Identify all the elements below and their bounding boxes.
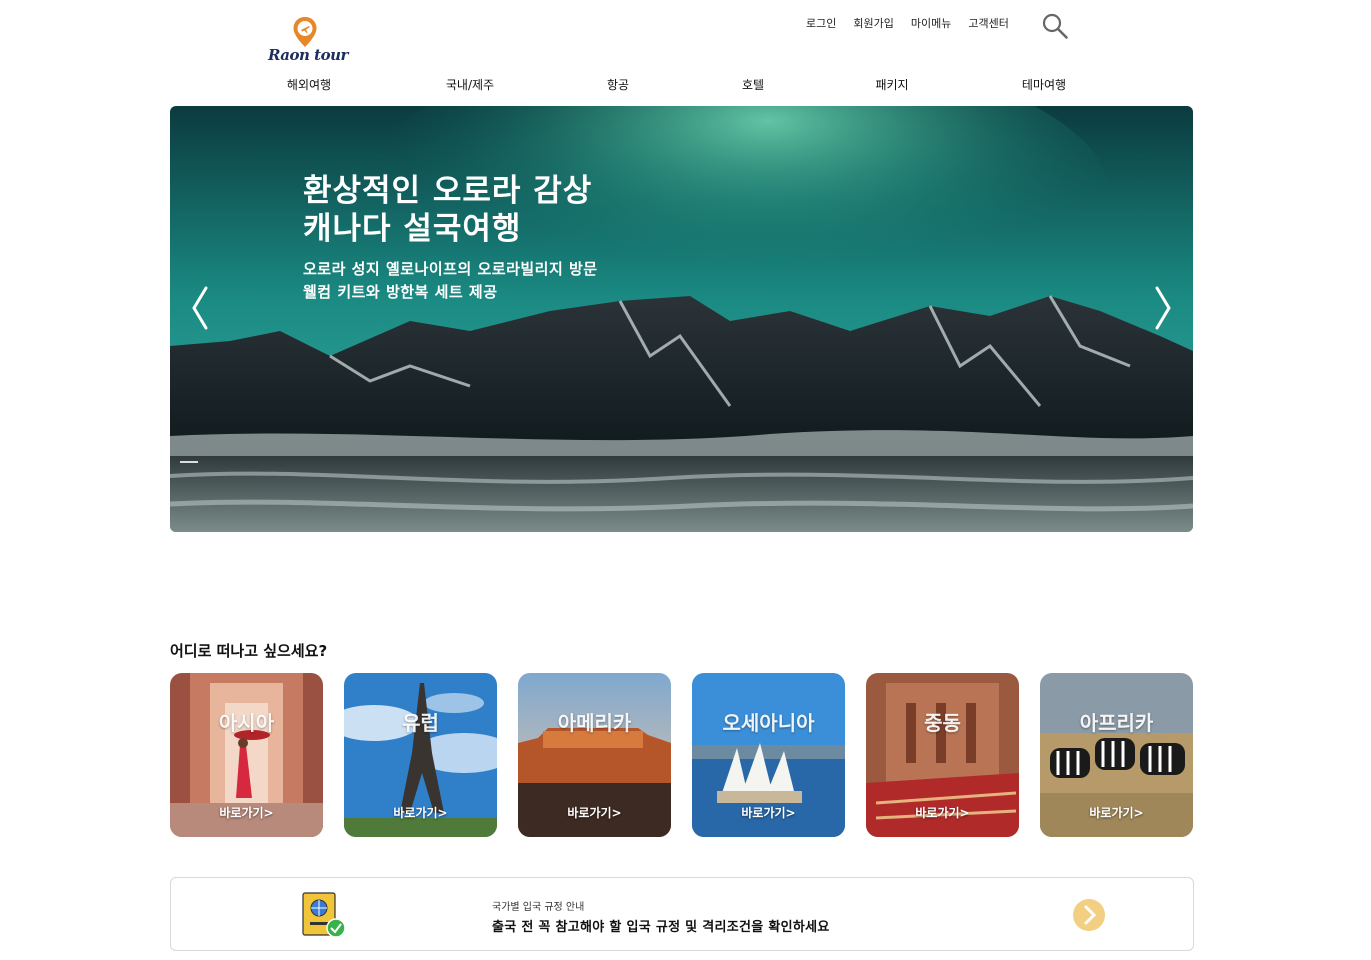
nav-theme-travel[interactable]: 테마여행	[1022, 76, 1066, 93]
destination-cards: 아시아 바로가기> 유럽 바로가기> 아메리카 바로가기> 오세아니아 바로가기…	[170, 673, 1193, 837]
card-oceania[interactable]: 오세아니아 바로가기>	[692, 673, 845, 837]
nav-packages[interactable]: 패키지	[875, 76, 908, 93]
card-america[interactable]: 아메리카 바로가기>	[518, 673, 671, 837]
main-nav: 해외여행 국내/제주 항공 호텔 패키지 테마여행	[0, 76, 1371, 96]
chevron-right-circle-icon[interactable]	[1073, 899, 1105, 931]
hero-slider[interactable]: 환상적인 오로라 감상 캐나다 설국여행 오로라 성지 옐로나이프의 오로라빌리…	[170, 106, 1193, 532]
card-asia[interactable]: 아시아 바로가기>	[170, 673, 323, 837]
location-pin-icon	[293, 17, 317, 47]
card-oceania-link[interactable]: 바로가기>	[692, 804, 845, 821]
login-link[interactable]: 로그인	[806, 15, 836, 31]
nav-overseas-travel[interactable]: 해외여행	[287, 76, 331, 93]
card-europe-link[interactable]: 바로가기>	[344, 804, 497, 821]
card-europe[interactable]: 유럽 바로가기>	[344, 673, 497, 837]
notice-subtitle: 국가별 입국 규정 안내	[492, 902, 585, 913]
card-middle-east-link[interactable]: 바로가기>	[866, 804, 1019, 821]
card-africa[interactable]: 아프리카 바로가기>	[1040, 673, 1193, 837]
hero-title: 환상적인 오로라 감상 캐나다 설국여행	[303, 172, 592, 248]
utility-nav: 로그인 회원가입 마이메뉴 고객센터	[806, 15, 1009, 31]
passport-icon	[302, 892, 346, 938]
card-oceania-name: 오세아니아	[722, 711, 815, 735]
entry-regulation-banner[interactable]: 국가별 입국 규정 안내 출국 전 꼭 참고해야 할 입국 규정 및 격리조건을…	[170, 877, 1194, 951]
logo-text: Raon tour	[268, 46, 348, 64]
nav-hotels[interactable]: 호텔	[742, 76, 764, 93]
notice-title: 출국 전 꼭 참고해야 할 입국 규정 및 격리조건을 확인하세요	[492, 920, 830, 935]
card-america-name: 아메리카	[557, 711, 632, 735]
card-europe-name: 유럽	[402, 711, 439, 735]
card-america-link[interactable]: 바로가기>	[518, 804, 671, 821]
signup-link[interactable]: 회원가입	[853, 15, 893, 31]
customer-center-link[interactable]: 고객센터	[968, 15, 1008, 31]
card-africa-link[interactable]: 바로가기>	[1040, 804, 1193, 821]
card-middle-east-name: 중동	[924, 711, 961, 735]
hero-subtitle-line2: 웰컴 키트와 방한복 세트 제공	[303, 283, 498, 301]
hero-subtitle-line1: 오로라 성지 옐로나이프의 오로라빌리지 방문	[303, 260, 598, 278]
card-africa-name: 아프리카	[1079, 711, 1154, 735]
hero-subtitle: 오로라 성지 옐로나이프의 오로라빌리지 방문 웰컴 키트와 방한복 세트 제공	[303, 258, 598, 304]
search-icon[interactable]	[1041, 12, 1069, 40]
nav-flights[interactable]: 항공	[607, 76, 629, 93]
hero-title-line2: 캐나다 설국여행	[303, 211, 522, 247]
site-logo[interactable]: Raon tour	[268, 16, 348, 70]
aurora-mountain-image	[170, 106, 1193, 532]
card-middle-east[interactable]: 중동 바로가기>	[866, 673, 1019, 837]
hero-title-line1: 환상적인 오로라 감상	[303, 173, 593, 209]
chevron-left-icon[interactable]	[188, 284, 212, 332]
slide-indicator[interactable]	[180, 461, 198, 463]
mymenu-link[interactable]: 마이메뉴	[911, 15, 951, 31]
card-asia-link[interactable]: 바로가기>	[170, 804, 323, 821]
destinations-title: 어디로 떠나고 싶으세요?	[170, 642, 328, 660]
card-asia-name: 아시아	[218, 711, 275, 735]
nav-domestic-jeju[interactable]: 국내/제주	[446, 76, 494, 93]
chevron-right-icon[interactable]	[1151, 284, 1175, 332]
